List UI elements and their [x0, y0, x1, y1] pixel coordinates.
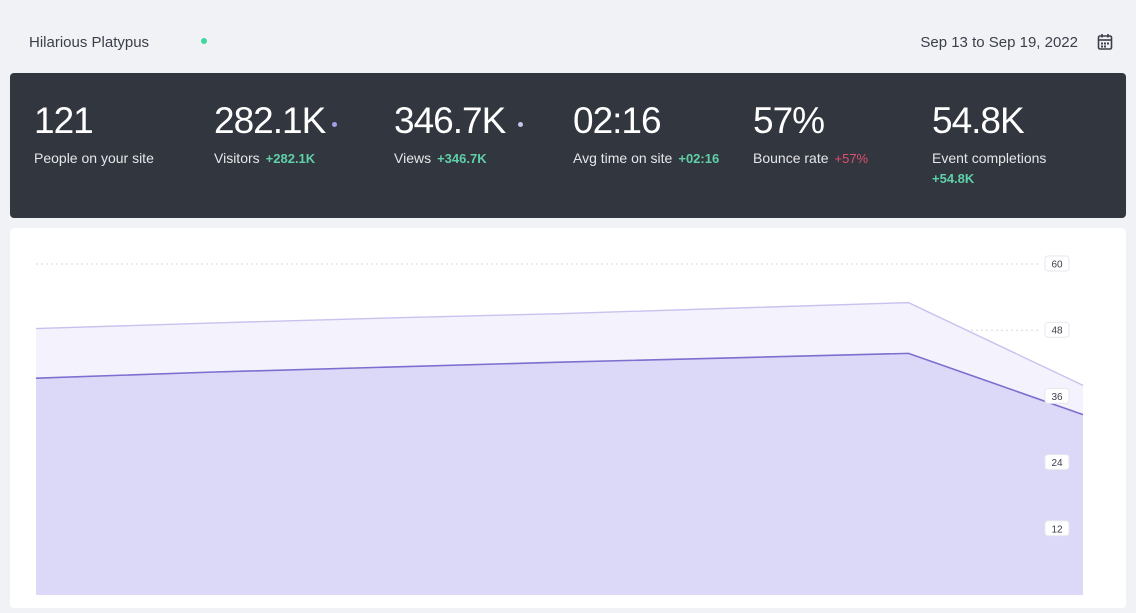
stats-panel: 121 People on your site 282.1K Visitors +…: [10, 73, 1126, 218]
y-tick-label-60: 60: [1051, 260, 1063, 271]
stat-value: 57%: [753, 100, 825, 141]
stat-visitors[interactable]: 282.1K Visitors +282.1K: [214, 99, 326, 168]
top-bar: Hilarious Platypus Sep 13 to Sep 19, 202…: [0, 0, 1136, 73]
date-range-label[interactable]: Sep 13 to Sep 19, 2022: [920, 34, 1078, 51]
stat-views[interactable]: 346.7K Views +346.7K: [394, 99, 506, 168]
stat-label-text: Visitors: [214, 150, 260, 166]
stat-label: People on your site: [34, 149, 154, 167]
y-tick-label-48: 48: [1051, 326, 1063, 337]
stat-value: 121: [34, 100, 94, 141]
series-dot-icon: [332, 122, 337, 127]
series-dot-icon: [518, 122, 523, 127]
stat-label-text: People on your site: [34, 150, 154, 166]
series-area-1: [36, 353, 1083, 595]
stat-delta: +346.7K: [437, 151, 487, 166]
traffic-area-chart[interactable]: 12 24 36 48 60: [10, 228, 1126, 608]
y-tick-label-36: 36: [1051, 392, 1063, 403]
y-tick-label-24: 24: [1051, 458, 1063, 469]
y-tick-label-12: 12: [1051, 524, 1063, 535]
stat-label: Visitors +282.1K: [214, 149, 325, 168]
stat-label: Views +346.7K: [394, 149, 505, 168]
chart-card: 12 24 36 48 60: [10, 228, 1126, 608]
stat-value: 54.8K: [932, 100, 1025, 141]
stat-label-text: Avg time on site: [573, 150, 673, 166]
stat-people-on-site[interactable]: 121 People on your site: [34, 99, 154, 167]
stat-label-text: Views: [394, 150, 432, 166]
calendar-icon[interactable]: [1097, 33, 1113, 51]
stat-value: 282.1K: [214, 100, 326, 141]
stat-label: Bounce rate +57%: [753, 149, 868, 168]
stat-label-text: Bounce rate: [753, 150, 829, 166]
stat-delta: +54.8K: [932, 171, 975, 186]
stat-label-text: Event completions: [932, 150, 1047, 166]
stat-avg-time[interactable]: 02:16 Avg time on site +02:16: [573, 99, 719, 168]
stat-delta: +282.1K: [265, 151, 316, 166]
live-status-dot-icon: [201, 38, 207, 44]
stat-event-completions[interactable]: 54.8K Event completions +54.8K: [932, 99, 1046, 188]
stat-delta: +57%: [834, 151, 869, 166]
stat-bounce-rate[interactable]: 57% Bounce rate +57%: [753, 99, 868, 168]
stat-value: 346.7K: [394, 100, 506, 141]
stat-label: Event completions: [932, 149, 1046, 167]
stat-label: Avg time on site +02:16: [573, 149, 719, 168]
site-name[interactable]: Hilarious Platypus: [29, 34, 149, 51]
stat-delta-row: +54.8K: [932, 169, 1046, 188]
stat-delta: +02:16: [678, 151, 720, 166]
stat-value: 02:16: [573, 100, 662, 141]
